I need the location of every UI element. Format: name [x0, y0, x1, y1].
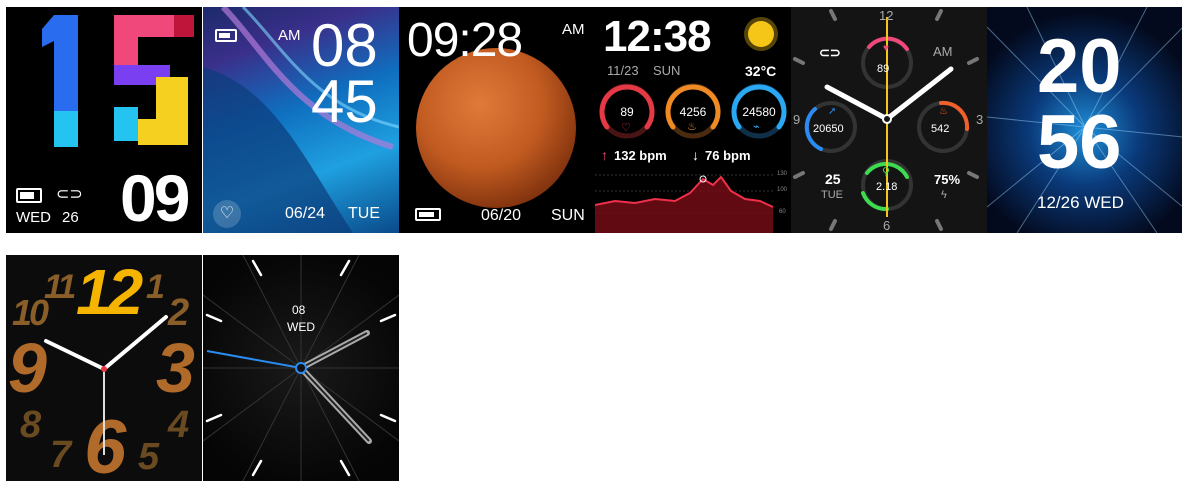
distance-value: 2.18: [876, 181, 898, 193]
watch-face-numerals[interactable]: 12 1 2 3 4 5 6 7 8 9 10 11: [6, 255, 202, 481]
chart-tick: 60: [779, 209, 786, 215]
steps-value: 24580: [742, 105, 776, 119]
flame-icon: ♨: [939, 106, 948, 117]
day-text: SUN: [653, 63, 681, 78]
date-number: 25: [825, 171, 841, 187]
link-icon: ⊂⊃: [819, 45, 841, 60]
temperature-text: 32°C: [745, 63, 777, 79]
time-text: 09:28: [407, 14, 523, 67]
steps-value: 20650: [813, 123, 844, 135]
chart-tick: 100: [777, 187, 788, 193]
arrow-down-icon: ↓: [692, 147, 699, 163]
arrow-up-icon: ↑: [601, 147, 608, 163]
watch-face-space[interactable]: 20 56 12/26 WED: [987, 7, 1182, 233]
watch-face-blue-wave[interactable]: AM 08 45 ♡ 06/24 TUE: [203, 7, 399, 233]
battery-value: 75%: [934, 172, 961, 187]
ampm-text: AM: [933, 44, 953, 59]
bolt-icon: ϟ: [941, 189, 947, 201]
minute-text: 09: [120, 161, 190, 233]
watch-face-analog-complications[interactable]: 12 3 6 9 ⊂⊃ AM ♥ 89 ➚ 20650 ♨ 542 ⚲ 2.18…: [791, 7, 987, 233]
time-text: 12:38: [603, 12, 712, 61]
link-icon: ⊂⊃: [56, 186, 83, 203]
calories-value: 542: [931, 123, 950, 135]
day-text: WED: [287, 320, 315, 334]
clock-hands: [44, 315, 168, 455]
heart-rate-value: 89: [877, 63, 890, 75]
shoe-icon: ⌁: [753, 121, 760, 133]
numeral-3: 3: [976, 112, 984, 127]
heart-icon: ♡: [621, 122, 631, 134]
heart-rate-chart: [595, 174, 775, 233]
calories-value: 4256: [679, 105, 707, 119]
battery-icon: [215, 29, 237, 42]
ampm-text: AM: [562, 21, 585, 38]
location-icon: ⚲: [882, 166, 891, 178]
moon-image: [416, 48, 576, 208]
date-text: 06/20: [481, 207, 522, 224]
date-text: 08: [292, 303, 306, 317]
date-text: 12/26 WED: [1037, 193, 1124, 212]
date-text: 26: [62, 209, 79, 226]
max-bpm-text: 132 bpm: [614, 148, 667, 163]
numeral-6: 6: [883, 218, 891, 233]
date-day: TUE: [821, 189, 843, 201]
day-text: TUE: [348, 205, 380, 222]
minute-text: 45: [311, 68, 378, 135]
watch-face-minimal-analog[interactable]: 08 WED: [203, 255, 399, 481]
day-text: WED: [16, 209, 51, 226]
heart-button[interactable]: ♡: [213, 200, 241, 228]
watch-face-fitness[interactable]: 12:38 11/23 SUN 32°C 89 ♡ 4256 ♨ 24580 ⌁…: [595, 7, 791, 233]
sun-icon: [748, 21, 774, 47]
day-text: SUN: [551, 207, 585, 224]
hour-text: 20: [1037, 24, 1122, 109]
battery-icon: [415, 208, 441, 221]
chart-tick: 130: [777, 171, 788, 177]
min-bpm-text: 76 bpm: [705, 148, 751, 163]
battery-icon: [16, 188, 42, 203]
numeral-12: 12: [879, 8, 894, 23]
date-text: 11/23: [607, 63, 639, 78]
numeral-9: 9: [793, 112, 801, 127]
flame-icon: ♨: [687, 121, 697, 133]
watch-face-moon[interactable]: 09:28 AM 06/20 SUN: [399, 7, 595, 233]
run-icon: ➚: [828, 106, 837, 117]
heart-icon: ♥: [883, 43, 889, 54]
dial: [203, 255, 399, 481]
watch-face-colorful[interactable]: 09 ⊂⊃ WED 26: [6, 7, 202, 233]
date-text: 06/24: [285, 205, 326, 222]
heart-rate-value: 89: [620, 105, 634, 119]
ampm-text: AM: [278, 27, 301, 44]
minute-text: 56: [1037, 100, 1122, 185]
